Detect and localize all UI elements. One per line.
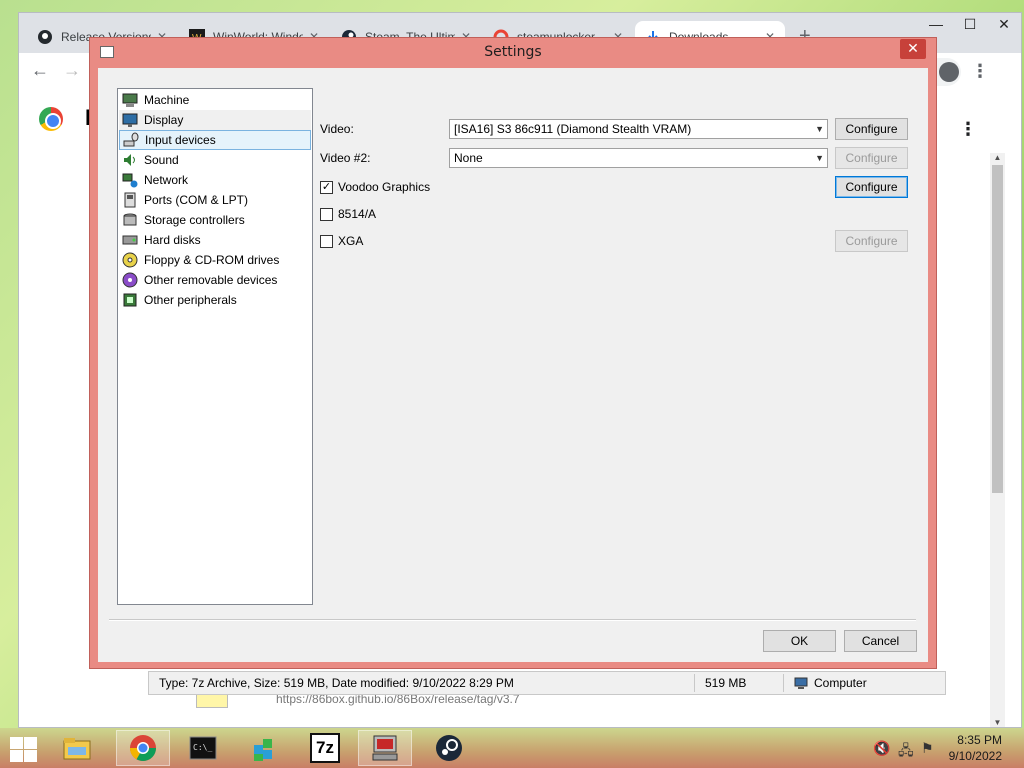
registry-icon [254, 739, 272, 761]
more-options-icon[interactable]: ⋮ [959, 119, 977, 140]
tree-item-removable-devices[interactable]: Other removable devices [119, 270, 311, 290]
floppy-cdrom-icon [122, 252, 138, 268]
scroll-down-icon[interactable]: ▼ [990, 718, 1005, 727]
cmd-icon: C:\_ [189, 736, 217, 760]
storage-icon [123, 213, 137, 226]
network-tray-icon[interactable]: 🖧 [898, 740, 914, 764]
tree-item-display[interactable]: Display [119, 110, 311, 130]
forward-icon[interactable]: → [63, 60, 81, 81]
taskbar-registry-editor[interactable] [238, 730, 292, 766]
dialog-title: Settings [484, 44, 542, 60]
tree-item-other-peripherals[interactable]: Other peripherals [119, 290, 311, 310]
file-size: 519 MB [705, 676, 747, 690]
windows-logo-pane [10, 737, 23, 749]
ok-button[interactable]: OK [763, 630, 836, 652]
video-selected-value: [ISA16] S3 86c911 (Diamond Stealth VRAM) [454, 122, 692, 136]
tree-item-network[interactable]: Network [119, 170, 311, 190]
svg-text:C:\_: C:\_ [193, 743, 212, 752]
profile-icon[interactable] [939, 62, 959, 82]
maximize-icon[interactable]: ☐ [953, 13, 987, 37]
window-controls: — ☐ ✕ [919, 13, 1021, 37]
voodoo-label: Voodoo Graphics [338, 180, 431, 194]
scroll-up-icon[interactable]: ▲ [990, 153, 1005, 162]
volume-muted-icon[interactable]: 🔇 [873, 740, 890, 757]
tree-item-sound[interactable]: Sound [119, 150, 311, 170]
computer-icon [794, 677, 808, 689]
minimize-icon[interactable]: — [919, 13, 953, 37]
archive-file-icon [196, 694, 228, 708]
xga-checkbox[interactable] [320, 235, 333, 248]
settings-dialog: Settings ✕ Machine Display Input devices… [89, 37, 937, 669]
input-devices-icon [123, 132, 139, 147]
dialog-client-area: Machine Display Input devices Sound Netw… [98, 68, 928, 662]
video2-selected-value: None [454, 151, 483, 165]
display-icon [122, 113, 138, 127]
machine-icon [122, 93, 138, 107]
explorer-status-bar: Type: 7z Archive, Size: 519 MB, Date mod… [148, 671, 946, 695]
chrome-logo-icon [39, 107, 63, 131]
8514a-label: 8514/A [338, 207, 377, 221]
location-zone: Computer [784, 676, 867, 690]
taskbar-86box[interactable] [358, 730, 412, 766]
browser-menu-icon[interactable]: ⋮ [971, 61, 989, 82]
system-clock[interactable]: 8:35 PM 9/10/2022 [949, 732, 1002, 764]
video2-select[interactable]: None ▼ [449, 148, 828, 168]
settings-category-list: Machine Display Input devices Sound Netw… [117, 88, 313, 605]
tree-item-floppy-cdrom[interactable]: Floppy & CD-ROM drives [119, 250, 311, 270]
dialog-close-button[interactable]: ✕ [900, 39, 926, 59]
chrome-icon [129, 735, 157, 762]
xga-configure-button[interactable]: Configure [835, 230, 908, 252]
chevron-down-icon: ▼ [815, 153, 824, 163]
voodoo-checkbox[interactable]: ✓ [320, 181, 333, 194]
ports-icon [124, 192, 136, 208]
tree-item-storage-controllers[interactable]: Storage controllers [119, 210, 311, 230]
tree-item-ports[interactable]: Ports (COM & LPT) [119, 190, 311, 210]
taskbar-7zip[interactable]: 7z [298, 730, 352, 766]
xga-label: XGA [338, 234, 364, 248]
tree-item-input-devices[interactable]: Input devices [119, 130, 311, 150]
page-scrollbar[interactable]: ▲ ▼ [990, 153, 1005, 727]
back-icon[interactable]: ← [31, 60, 49, 81]
video-configure-button[interactable]: Configure [835, 118, 908, 140]
steam-icon [436, 735, 462, 761]
start-button[interactable] [8, 736, 38, 762]
tree-item-machine[interactable]: Machine [119, 90, 311, 110]
taskbar-steam[interactable] [422, 730, 476, 766]
taskbar-file-explorer[interactable] [50, 730, 104, 766]
taskbar: C:\_ 7z 🔇 🖧 ⚑ 8:35 PM 9/10/2022 [0, 728, 1024, 768]
scroll-thumb[interactable] [992, 165, 1003, 493]
tree-item-hard-disks[interactable]: Hard disks [119, 230, 311, 250]
voodoo-configure-button[interactable]: Configure [835, 176, 908, 198]
sound-icon [124, 154, 135, 166]
taskbar-command-prompt[interactable]: C:\_ [176, 730, 230, 766]
clock-date: 9/10/2022 [948, 749, 1002, 763]
windows-logo-pane [10, 750, 23, 762]
video-label: Video: [320, 122, 354, 136]
dialog-divider [109, 619, 916, 621]
chevron-down-icon: ▼ [815, 124, 824, 134]
8514a-checkbox[interactable] [320, 208, 333, 221]
cancel-button[interactable]: Cancel [844, 630, 917, 652]
clock-time: 8:35 PM [957, 733, 1002, 747]
86box-icon [372, 735, 398, 761]
peripherals-icon [123, 293, 137, 307]
close-icon[interactable]: ✕ [987, 13, 1021, 37]
7zip-icon: 7z [310, 733, 340, 763]
windows-logo-pane [24, 737, 37, 749]
removable-icon [122, 272, 138, 288]
file-explorer-icon [63, 738, 91, 760]
file-details: Type: 7z Archive, Size: 519 MB, Date mod… [159, 676, 514, 690]
action-center-icon[interactable]: ⚑ [921, 740, 934, 757]
taskbar-chrome[interactable] [116, 730, 170, 766]
github-icon [38, 30, 52, 44]
video2-configure-button[interactable]: Configure [835, 147, 908, 169]
windows-logo-pane [24, 750, 37, 762]
video-select[interactable]: [ISA16] S3 86c911 (Diamond Stealth VRAM)… [449, 119, 828, 139]
hard-disk-icon [122, 235, 138, 245]
network-icon [122, 173, 138, 188]
location-label: Computer [814, 676, 867, 690]
video2-label: Video #2: [320, 151, 371, 165]
